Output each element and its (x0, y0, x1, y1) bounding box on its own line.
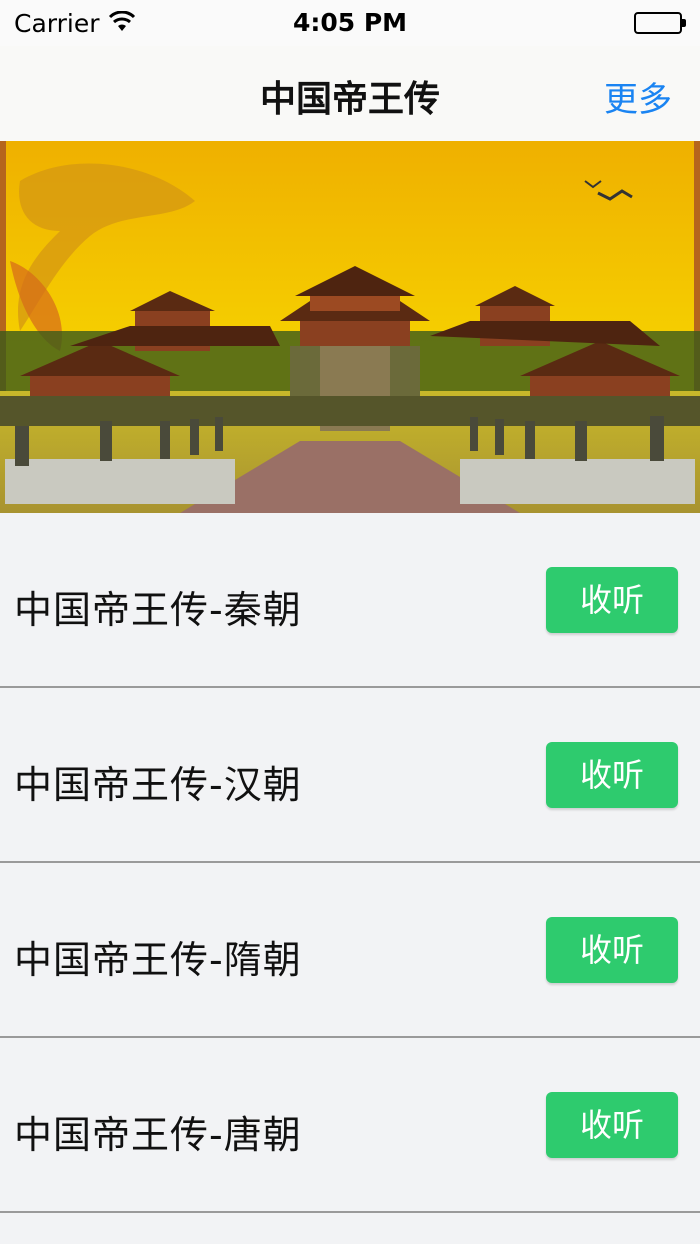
listen-button[interactable]: 收听 (546, 567, 678, 633)
palace-banner-image[interactable] (0, 141, 700, 513)
listen-button[interactable]: 收听 (546, 742, 678, 808)
list-item-title: 中国帝王传-汉朝 (14, 763, 302, 807)
list-item[interactable]: 中国帝王传-唐朝 收听 (0, 1038, 700, 1213)
list-item-title: 中国帝王传-秦朝 (14, 588, 302, 632)
more-button[interactable]: 更多 (604, 72, 672, 121)
list-item-title: 中国帝王传-隋朝 (14, 938, 302, 982)
battery-icon (634, 12, 686, 34)
status-bar: Carrier 4:05 PM (0, 0, 700, 46)
status-time: 4:05 PM (292, 8, 408, 37)
listen-button[interactable]: 收听 (546, 1092, 678, 1158)
list-item[interactable]: 中国帝王传-隋朝 收听 (0, 863, 700, 1038)
list-item[interactable]: 中国帝王传-汉朝 收听 (0, 688, 700, 863)
page-title: 中国帝王传 (259, 79, 440, 120)
list-item[interactable]: 中国帝王传-秦朝 收听 (0, 513, 700, 688)
navigation-bar: 中国帝王传 更多 (0, 46, 700, 141)
dynasty-list: 中国帝王传-秦朝 收听 中国帝王传-汉朝 收听 中国帝王传-隋朝 收听 中国帝王… (0, 513, 700, 1213)
listen-button[interactable]: 收听 (546, 917, 678, 983)
list-item-title: 中国帝王传-唐朝 (14, 1113, 302, 1157)
